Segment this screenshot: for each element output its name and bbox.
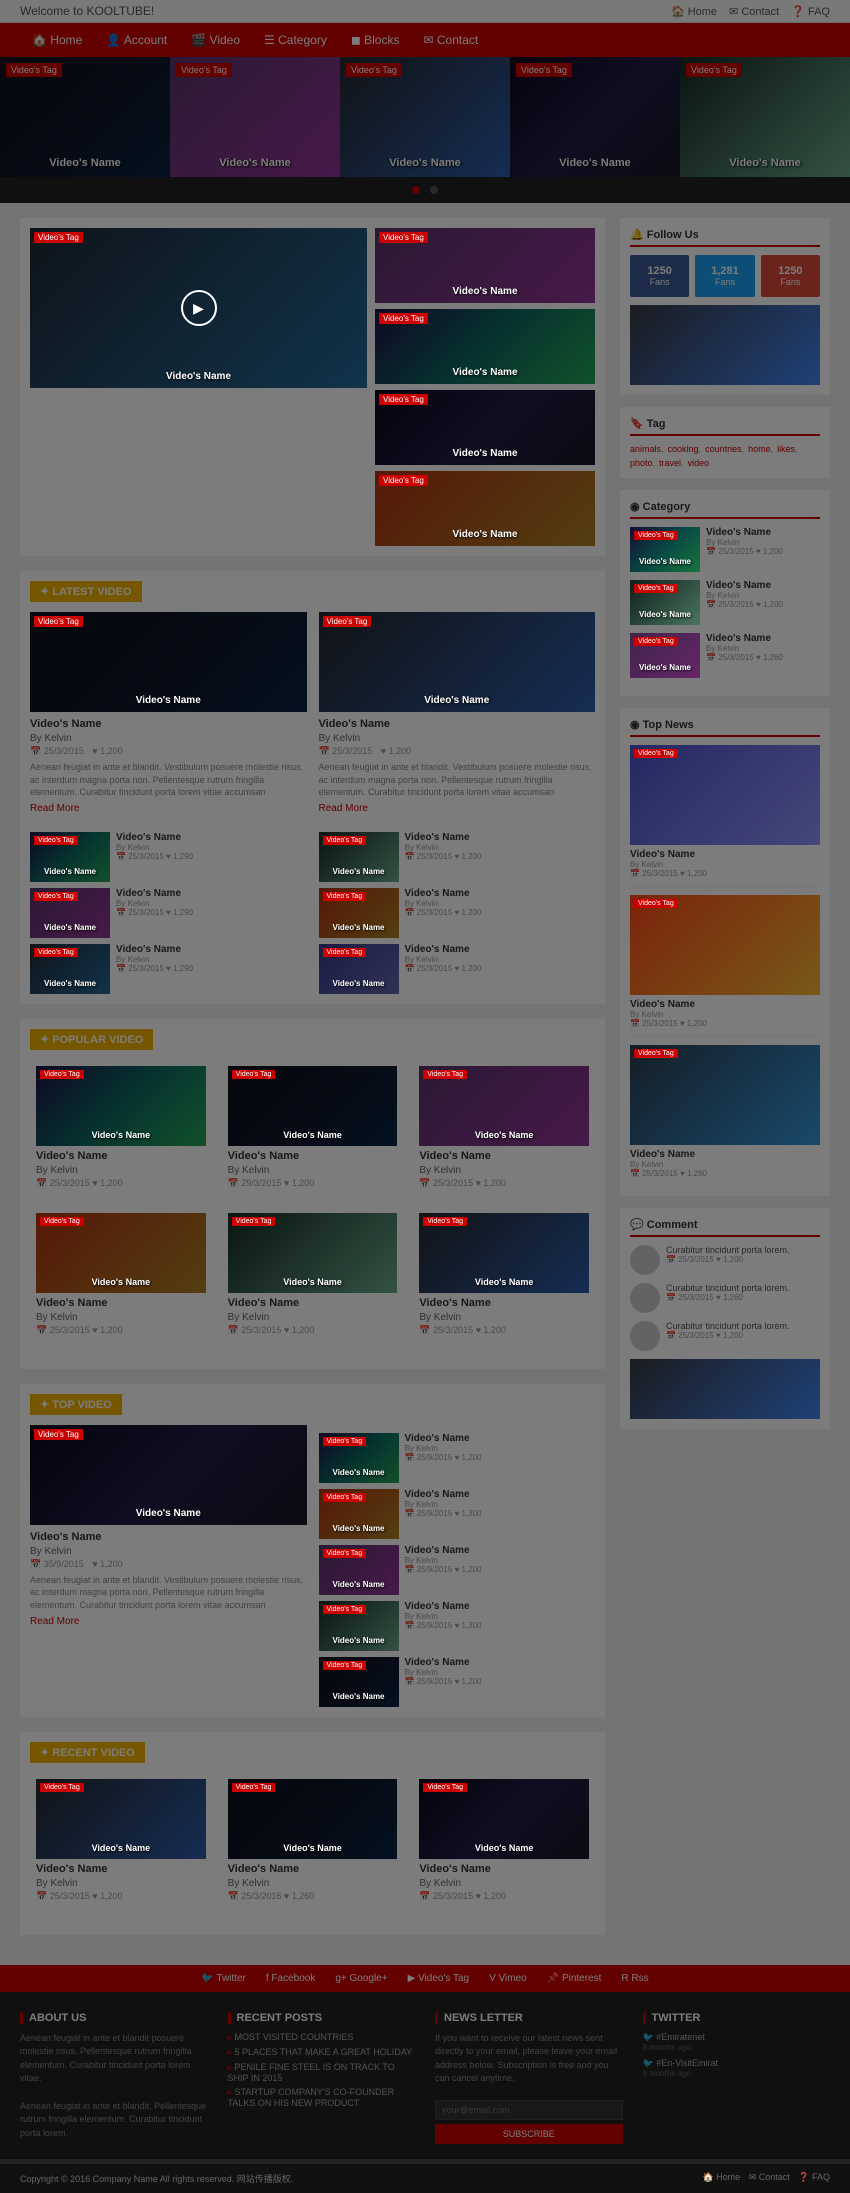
p-title-2: Video's Name bbox=[228, 1130, 398, 1140]
top-main-title: Video's Name bbox=[30, 1508, 307, 1519]
s-title-5: Video's Name bbox=[30, 979, 110, 988]
footer-bottom-contact[interactable]: ✉ Contact bbox=[749, 2172, 790, 2182]
p-tag-3: Video's Tag bbox=[423, 1070, 467, 1079]
latest-tag-1: Video's Tag bbox=[34, 616, 83, 627]
side-tag-1: Video's Tag bbox=[379, 232, 428, 243]
s-tag-3: Video's Tag bbox=[34, 892, 78, 901]
s-title-3: Video's Name bbox=[30, 923, 110, 932]
cat-title-1: Video's Name bbox=[630, 557, 700, 566]
cat-title-2: Video's Name bbox=[630, 610, 700, 619]
ts-title-1: Video's Name bbox=[319, 1468, 399, 1477]
ts-tag-2: Video's Tag bbox=[323, 1493, 367, 1502]
s-title-2: Video's Name bbox=[319, 867, 399, 876]
cat-tag-2: Video's Tag bbox=[634, 584, 678, 593]
cat-title-3: Video's Name bbox=[630, 663, 700, 672]
featured-main-tag: Video's Tag bbox=[34, 232, 83, 243]
ts-tag-4: Video's Tag bbox=[323, 1605, 367, 1614]
side-title-3: Video's Name bbox=[375, 448, 595, 459]
sidebar: 🔔 Follow Us 1250 Fans 1,281 Fans 1250 Fa… bbox=[620, 218, 830, 1950]
ts-tag-1: Video's Tag bbox=[323, 1437, 367, 1446]
r-tag-3: Video's Tag bbox=[423, 1783, 467, 1792]
top-main-tag: Video's Tag bbox=[34, 1429, 83, 1440]
r-tag-1: Video's Tag bbox=[40, 1783, 84, 1792]
tn-tag-2: Video's Tag bbox=[634, 899, 678, 908]
r-title-3: Video's Name bbox=[419, 1843, 589, 1853]
featured-main-title: Video's Name bbox=[30, 371, 367, 382]
side-tag-2: Video's Tag bbox=[379, 313, 428, 324]
latest-title-2: Video's Name bbox=[319, 695, 596, 706]
play-button[interactable]: ▶ bbox=[181, 290, 217, 326]
s-tag-5: Video's Tag bbox=[34, 948, 78, 957]
p-title-6: Video's Name bbox=[419, 1277, 589, 1287]
side-title-1: Video's Name bbox=[375, 286, 595, 297]
main-wrapper: Video's Tag ▶ Video's Name Video's Tag V… bbox=[0, 203, 850, 1965]
ts-title-2: Video's Name bbox=[319, 1524, 399, 1533]
r-title-1: Video's Name bbox=[36, 1843, 206, 1853]
s-tag-4: Video's Tag bbox=[323, 892, 367, 901]
cat-tag-3: Video's Tag bbox=[634, 637, 678, 646]
p-tag-1: Video's Tag bbox=[40, 1070, 84, 1079]
ts-tag-3: Video's Tag bbox=[323, 1549, 367, 1558]
footer-bottom: Copyright © 2016 Company Name All rights… bbox=[0, 2164, 850, 2193]
p-title-3: Video's Name bbox=[419, 1130, 589, 1140]
latest-tag-2: Video's Tag bbox=[323, 616, 372, 627]
r-tag-2: Video's Tag bbox=[232, 1783, 276, 1792]
p-tag-2: Video's Tag bbox=[232, 1070, 276, 1079]
comment-ad bbox=[630, 1359, 820, 1419]
p-tag-6: Video's Tag bbox=[423, 1217, 467, 1226]
side-title-2: Video's Name bbox=[375, 367, 595, 378]
s-tag-6: Video's Tag bbox=[323, 948, 367, 957]
side-title-4: Video's Name bbox=[375, 529, 595, 540]
footer-bottom-links: 🏠 Home ✉ Contact ❓ FAQ bbox=[702, 2172, 830, 2185]
footer-bottom-home[interactable]: 🏠 Home bbox=[702, 2172, 740, 2182]
cat-tag-1: Video's Tag bbox=[634, 531, 678, 540]
ts-title-5: Video's Name bbox=[319, 1692, 399, 1701]
p-title-1: Video's Name bbox=[36, 1130, 206, 1140]
latest-title-1: Video's Name bbox=[30, 695, 307, 706]
p-tag-4: Video's Tag bbox=[40, 1217, 84, 1226]
comments-section: 💬 Comment Curabitur tincidunt porta lore… bbox=[620, 1208, 830, 1429]
footer-bottom-faq[interactable]: ❓ FAQ bbox=[798, 2172, 830, 2182]
s-title-4: Video's Name bbox=[319, 923, 399, 932]
p-tag-5: Video's Tag bbox=[232, 1217, 276, 1226]
side-tag-3: Video's Tag bbox=[379, 394, 428, 405]
s-title-6: Video's Name bbox=[319, 979, 399, 988]
copyright-text: Copyright © 2016 Company Name All rights… bbox=[20, 2172, 293, 2185]
ts-tag-5: Video's Tag bbox=[323, 1661, 367, 1670]
s-title-1: Video's Name bbox=[30, 867, 110, 876]
ts-title-4: Video's Name bbox=[319, 1636, 399, 1645]
tn-tag-1: Video's Tag bbox=[634, 749, 678, 758]
ts-title-3: Video's Name bbox=[319, 1580, 399, 1589]
side-tag-4: Video's Tag bbox=[379, 475, 428, 486]
p-title-4: Video's Name bbox=[36, 1277, 206, 1287]
p-title-5: Video's Name bbox=[228, 1277, 398, 1287]
r-title-2: Video's Name bbox=[228, 1843, 398, 1853]
s-tag-2: Video's Tag bbox=[323, 836, 367, 845]
tn-tag-3: Video's Tag bbox=[634, 1049, 678, 1058]
s-tag-1: Video's Tag bbox=[34, 836, 78, 845]
